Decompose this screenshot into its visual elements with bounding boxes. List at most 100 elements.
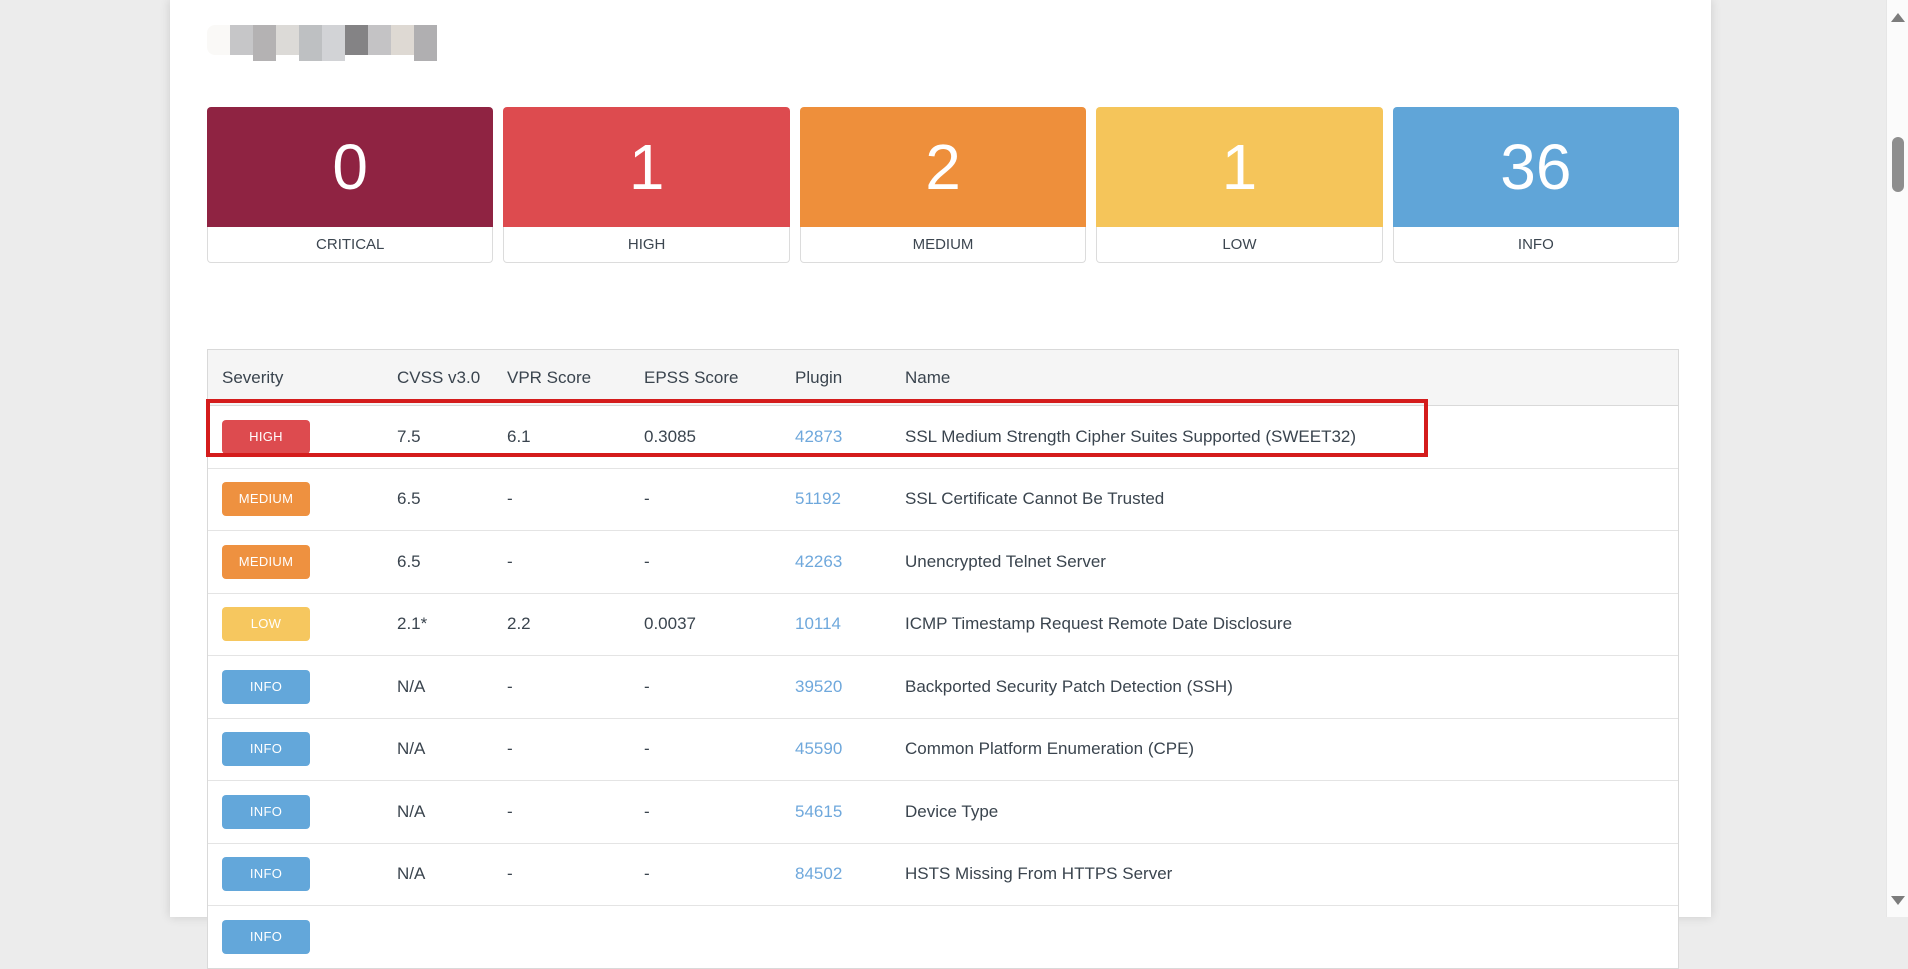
redacted-block <box>299 25 322 61</box>
severity-cell: INFO <box>208 732 383 766</box>
table-row[interactable]: HIGH 7.56.10.3085 42873 SSL Medium Strength… <box>208 406 1678 468</box>
scan-report-page: { "redacted_title": { "blocks": [ {"colo… <box>0 0 1908 917</box>
column-header-cvss-v3-0: CVSS v3.0 <box>383 368 493 388</box>
severity-cell: MEDIUM <box>208 482 383 516</box>
vpr-cell: - <box>493 739 630 759</box>
summary-label: CRITICAL <box>207 227 493 263</box>
redacted-block <box>414 25 437 61</box>
plugin-link[interactable]: 42873 <box>795 427 842 446</box>
redacted-block <box>322 25 345 61</box>
report-sheet: 0CRITICAL1HIGH2MEDIUM1LOW36INFO Severity… <box>170 0 1711 917</box>
severity-cell: INFO <box>208 857 383 891</box>
redacted-block <box>345 25 368 55</box>
plugin-cell: 10114 <box>781 614 891 634</box>
epss-cell: - <box>630 802 781 822</box>
plugin-link[interactable]: 10114 <box>795 614 841 633</box>
epss-cell: - <box>630 864 781 884</box>
finding-name-cell: Device Type <box>891 802 1678 822</box>
vpr-cell: - <box>493 802 630 822</box>
plugin-link[interactable]: 54615 <box>795 802 842 821</box>
severity-cell: HIGH <box>208 420 383 454</box>
redacted-block <box>391 25 414 55</box>
vpr-cell: - <box>493 677 630 697</box>
table-row[interactable]: INFO <box>208 905 1678 968</box>
table-row[interactable]: INFON/A--39520Backported Security Patch … <box>208 655 1678 718</box>
plugin-link[interactable]: 39520 <box>795 677 842 696</box>
plugin-cell: 42873 <box>781 427 891 447</box>
severity-cell: MEDIUM <box>208 545 383 579</box>
severity-badge: INFO <box>222 732 310 766</box>
plugin-cell: 84502 <box>781 864 891 884</box>
plugin-link[interactable]: 84502 <box>795 864 842 883</box>
cvss-cell: N/A <box>383 802 493 822</box>
severity-badge: INFO <box>222 795 310 829</box>
findings-table: SeverityCVSS v3.0VPR ScoreEPSS ScorePlug… <box>207 349 1679 969</box>
finding-name-cell: Backported Security Patch Detection (SSH… <box>891 677 1678 697</box>
severity-cell: INFO <box>208 920 383 954</box>
epss-cell: - <box>630 552 781 572</box>
table-row[interactable]: LOW2.1*2.20.003710114ICMP Timestamp Requ… <box>208 593 1678 656</box>
plugin-cell: 45590 <box>781 739 891 759</box>
vpr-cell: 6.1 <box>493 427 630 447</box>
column-header-vpr-score: VPR Score <box>493 368 630 388</box>
summary-card-critical: 0CRITICAL <box>207 107 493 263</box>
finding-name-cell: SSL Medium Strength Cipher Suites Suppor… <box>891 427 1678 447</box>
plugin-cell: 42263 <box>781 552 891 572</box>
table-row[interactable]: INFON/A--84502HSTS Missing From HTTPS Se… <box>208 843 1678 906</box>
cvss-cell: 6.5 <box>383 552 493 572</box>
redacted-block <box>207 25 230 55</box>
finding-name-cell: ICMP Timestamp Request Remote Date Discl… <box>891 614 1678 634</box>
severity-badge: MEDIUM <box>222 545 310 579</box>
finding-name-cell: Unencrypted Telnet Server <box>891 552 1678 572</box>
epss-cell: - <box>630 739 781 759</box>
severity-badge: HIGH <box>222 420 310 454</box>
vpr-cell: - <box>493 864 630 884</box>
plugin-cell: 54615 <box>781 802 891 822</box>
summary-cards: 0CRITICAL1HIGH2MEDIUM1LOW36INFO <box>207 107 1679 263</box>
summary-count: 2 <box>800 107 1086 227</box>
summary-count: 1 <box>503 107 789 227</box>
redacted-block <box>253 25 276 61</box>
finding-name-cell: SSL Certificate Cannot Be Trusted <box>891 489 1678 509</box>
column-header-epss-score: EPSS Score <box>630 368 781 388</box>
severity-badge: INFO <box>222 920 310 954</box>
plugin-link[interactable]: 51192 <box>795 489 841 508</box>
vpr-cell: 2.2 <box>493 614 630 634</box>
table-row[interactable]: INFON/A--45590Common Platform Enumeratio… <box>208 718 1678 781</box>
summary-card-info: 36INFO <box>1393 107 1679 263</box>
cvss-cell: N/A <box>383 864 493 884</box>
epss-cell: 0.0037 <box>630 614 781 634</box>
scroll-up-icon[interactable] <box>1891 13 1905 22</box>
table-row[interactable]: MEDIUM6.5--42263Unencrypted Telnet Serve… <box>208 530 1678 593</box>
finding-name-cell: Common Platform Enumeration (CPE) <box>891 739 1678 759</box>
severity-badge: LOW <box>222 607 310 641</box>
redacted-block <box>368 25 391 55</box>
cvss-cell: N/A <box>383 677 493 697</box>
browser-scrollbar[interactable] <box>1886 0 1908 917</box>
epss-cell: - <box>630 489 781 509</box>
summary-label: LOW <box>1096 227 1382 263</box>
summary-label: INFO <box>1393 227 1679 263</box>
cvss-cell: 7.5 <box>383 427 493 447</box>
epss-cell: - <box>630 677 781 697</box>
redacted-scan-title <box>207 25 437 55</box>
cvss-cell: 6.5 <box>383 489 493 509</box>
column-header-name: Name <box>891 368 1678 388</box>
severity-cell: INFO <box>208 670 383 704</box>
epss-cell: 0.3085 <box>630 427 781 447</box>
scroll-down-icon[interactable] <box>1891 896 1905 905</box>
table-row[interactable]: MEDIUM6.5--51192SSL Certificate Cannot B… <box>208 468 1678 531</box>
summary-card-high: 1HIGH <box>503 107 789 263</box>
scrollbar-thumb[interactable] <box>1892 137 1904 192</box>
table-row[interactable]: INFON/A--54615Device Type <box>208 780 1678 843</box>
severity-cell: INFO <box>208 795 383 829</box>
summary-card-low: 1LOW <box>1096 107 1382 263</box>
redacted-block <box>276 25 299 55</box>
plugin-link[interactable]: 45590 <box>795 739 842 758</box>
summary-count: 0 <box>207 107 493 227</box>
cvss-cell: N/A <box>383 739 493 759</box>
plugin-link[interactable]: 42263 <box>795 552 842 571</box>
summary-card-medium: 2MEDIUM <box>800 107 1086 263</box>
redacted-block <box>230 25 253 55</box>
severity-badge: MEDIUM <box>222 482 310 516</box>
